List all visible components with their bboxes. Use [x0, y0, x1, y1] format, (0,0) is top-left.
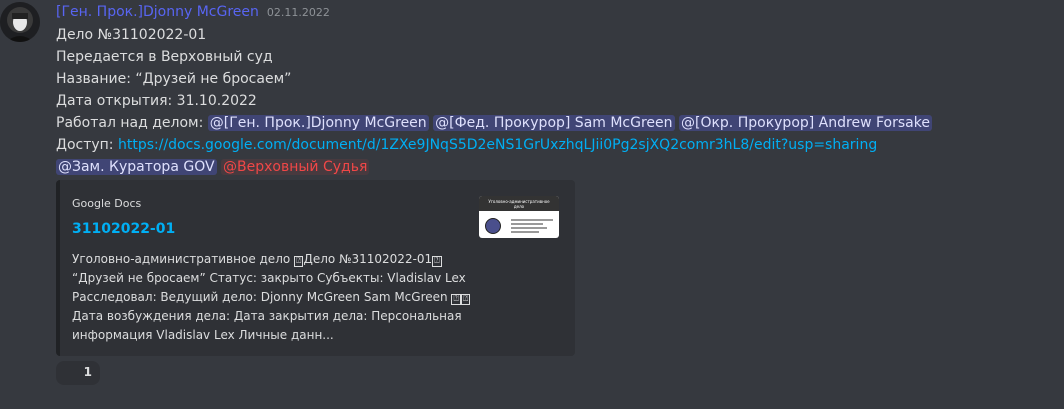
- timestamp: 02.11.2022: [266, 6, 330, 19]
- user-avatar[interactable]: [0, 2, 40, 42]
- username[interactable]: [Ген. Прок.]Djonny McGreen: [56, 4, 259, 20]
- embed-thumbnail[interactable]: Уголовно-административное дело: [479, 196, 559, 238]
- role-mentions-line: @Зам. Куратора GOV @Верховный Судья: [56, 156, 1056, 178]
- role-mention[interactable]: @Верховный Судья: [221, 159, 370, 175]
- user-mention[interactable]: @[Окр. Прокурор] Andrew Forsake: [678, 115, 932, 131]
- embed-provider: Google Docs: [72, 197, 142, 210]
- avatar-image: [0, 2, 40, 42]
- missing-glyph: ⍰: [432, 256, 442, 267]
- reaction-button[interactable]: 1: [56, 361, 100, 385]
- message-header: [Ген. Прок.]Djonny McGreen 02.11.2022: [56, 4, 330, 24]
- missing-glyph: ⍰: [460, 294, 471, 305]
- link-embed: Google Docs 31102022-01 Уголовно-админис…: [56, 180, 575, 356]
- embed-title[interactable]: 31102022-01: [72, 221, 175, 237]
- transfer-line: Передается в Верховный суд: [56, 49, 273, 65]
- user-mention[interactable]: @[Ген. Прок.]Djonny McGreen: [207, 115, 429, 131]
- embed-description: Уголовно-административное дело ⍰ Дело №31…: [72, 250, 472, 345]
- embed-desc-1a: Уголовно-административное дело: [72, 252, 295, 266]
- role-mention[interactable]: @Зам. Куратора GOV: [56, 159, 217, 175]
- embed-desc-2: “Друзей не бросаем” Статус: закрыто Субъ…: [72, 271, 466, 285]
- embed-desc-4: Дата возбуждения дела: Дата закрытия дел…: [72, 309, 462, 323]
- message-body: Дело №31102022-01 Передается в Верховный…: [56, 24, 1056, 178]
- thumbnail-title: Уголовно-административное дело: [488, 199, 550, 209]
- worked-label: Работал над делом:: [56, 115, 204, 131]
- missing-glyph: ⍰: [451, 294, 461, 305]
- reaction-count: 1: [83, 365, 92, 379]
- case-line: Дело №31102022-01: [56, 27, 207, 43]
- user-mention[interactable]: @[Фед. Прокурор] Sam McGreen: [433, 115, 675, 131]
- access-label: Доступ:: [56, 137, 114, 153]
- chat-message: [Ген. Прок.]Djonny McGreen 02.11.2022 Де…: [0, 0, 1064, 409]
- name-line: Название: “Друзей не бросаем”: [56, 71, 292, 87]
- document-link[interactable]: https://docs.google.com/document/d/1ZXe9…: [118, 137, 877, 153]
- seal-icon: [485, 218, 501, 234]
- embed-desc-1b: Дело №31102022-01: [303, 252, 433, 266]
- worked-line: Работал над делом: @[Ген. Прок.]Djonny M…: [56, 112, 1056, 134]
- access-line: Доступ: https://docs.google.com/document…: [56, 134, 1056, 156]
- thumbnail-text-lines: [511, 219, 553, 235]
- opened-line: Дата открытия: 31.10.2022: [56, 93, 257, 109]
- embed-desc-3: Расследовал: Ведущий дело: Djonny McGree…: [72, 290, 452, 304]
- embed-desc-5: информация Vladislav Lex Личные данн...: [72, 328, 334, 342]
